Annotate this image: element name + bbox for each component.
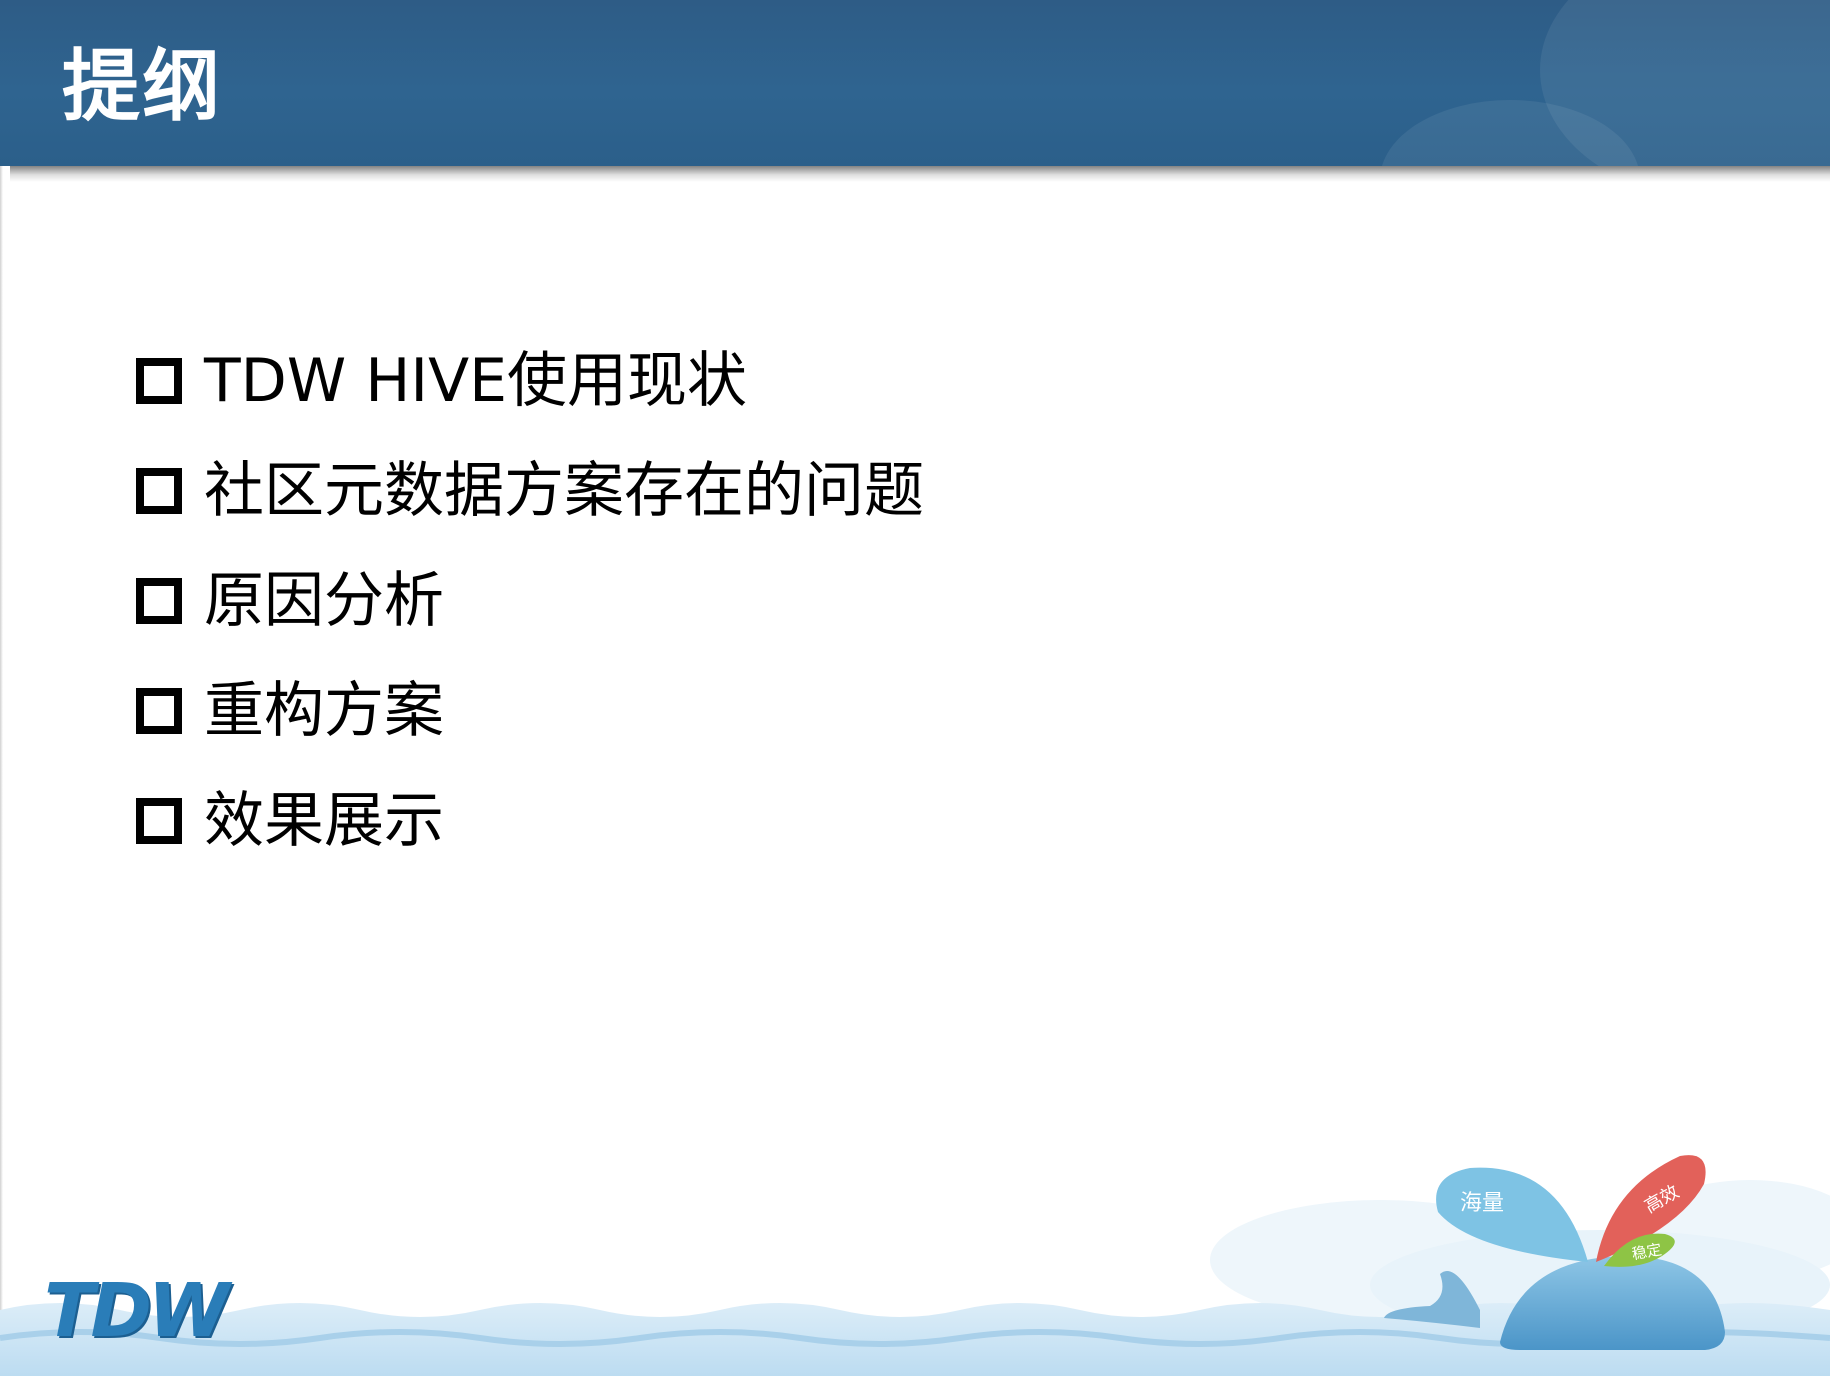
outline-item-text: 社区元数据方案存在的问题 [204, 456, 924, 526]
title-bar-shadow [10, 166, 1830, 182]
footer-ocean-art: 海量 高效 稳定 [0, 1155, 1830, 1376]
outline-item-text: 重构方案 [204, 676, 444, 746]
slide-title: 提纲 [62, 42, 223, 132]
hollow-square-bullet-icon [136, 358, 182, 404]
outline-item: 原因分析 [136, 546, 924, 656]
outline-item-text: 效果展示 [204, 786, 444, 856]
outline-item: TDW HIVE使用现状 [136, 326, 924, 436]
slide: 提纲 TDW HIVE使用现状 社区元数据方案存在的问题 原因分析 重构方案 效… [0, 0, 1830, 1376]
splash-label-massive: 海量 [1460, 1191, 1504, 1216]
tdw-logo: TDW [44, 1268, 230, 1354]
outline-item-text: 原因分析 [204, 566, 444, 636]
outline-item: 社区元数据方案存在的问题 [136, 436, 924, 546]
title-bar: 提纲 [0, 0, 1830, 166]
hollow-square-bullet-icon [136, 688, 182, 734]
outline-list: TDW HIVE使用现状 社区元数据方案存在的问题 原因分析 重构方案 效果展示 [136, 326, 924, 876]
outline-item: 重构方案 [136, 656, 924, 766]
outline-item-text: TDW HIVE使用现状 [204, 346, 748, 416]
outline-item: 效果展示 [136, 766, 924, 876]
hollow-square-bullet-icon [136, 798, 182, 844]
hollow-square-bullet-icon [136, 468, 182, 514]
hollow-square-bullet-icon [136, 578, 182, 624]
